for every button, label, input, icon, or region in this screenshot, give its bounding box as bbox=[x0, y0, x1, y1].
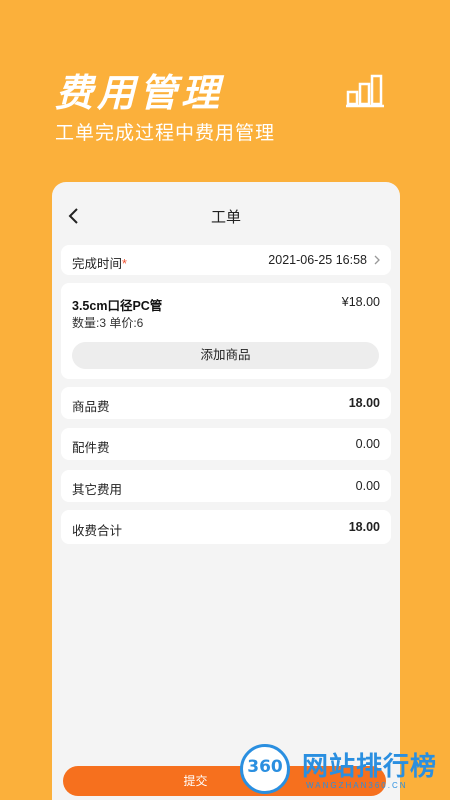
required-mark: * bbox=[122, 257, 127, 271]
goods-fee-label: 商品费 bbox=[72, 400, 110, 414]
completion-time-value: 2021-06-25 16:58 bbox=[268, 253, 367, 267]
product-card: 3.5cm口径PC管 ¥18.00 数量:3 单价:6 添加商品 bbox=[61, 283, 391, 379]
hero-subtitle: 工单完成过程中费用管理 bbox=[55, 123, 276, 144]
product-price: ¥18.00 bbox=[341, 295, 380, 309]
total-fee-label: 收费合计 bbox=[72, 524, 123, 538]
parts-fee-value[interactable]: 0.00 bbox=[356, 437, 380, 451]
total-fee-value: 18.00 bbox=[348, 520, 380, 534]
hero-title: 费用管理 bbox=[55, 71, 224, 115]
total-fee-row: 收费合计 18.00 bbox=[61, 510, 391, 544]
goods-fee-row: 商品费 18.00 bbox=[61, 387, 391, 419]
nav-bar: 工单 bbox=[52, 182, 400, 248]
parts-fee-label: 配件费 bbox=[72, 441, 110, 455]
phone-screen: 工单 完成时间* 2021-06-25 16:58 3.5cm口径PC管 ¥18… bbox=[52, 182, 400, 800]
other-fee-row[interactable]: 其它费用 0.00 bbox=[61, 470, 391, 502]
other-fee-label: 其它费用 bbox=[72, 483, 123, 497]
bar-chart-icon bbox=[346, 74, 384, 108]
page-title: 工单 bbox=[210, 209, 241, 226]
product-name: 3.5cm口径PC管 bbox=[72, 299, 163, 313]
other-fee-value[interactable]: 0.00 bbox=[356, 479, 380, 493]
watermark-url: WANGZHAN360.CN bbox=[306, 781, 408, 790]
submit-label: 提交 bbox=[183, 774, 208, 788]
watermark-badge: 360 bbox=[247, 757, 283, 777]
parts-fee-row[interactable]: 配件费 0.00 bbox=[61, 428, 391, 460]
completion-time-row[interactable]: 完成时间* 2021-06-25 16:58 bbox=[61, 245, 391, 275]
chevron-right-icon bbox=[374, 255, 380, 265]
product-meta: 数量:3 单价:6 bbox=[72, 316, 144, 330]
watermark: 360 网站排行榜 WANGZHAN360.CN bbox=[236, 738, 450, 800]
completion-time-label: 完成时间* bbox=[72, 257, 127, 271]
add-product-button[interactable]: 添加商品 bbox=[72, 342, 379, 369]
goods-fee-value: 18.00 bbox=[348, 396, 380, 410]
watermark-name: 网站排行榜 bbox=[302, 752, 438, 782]
